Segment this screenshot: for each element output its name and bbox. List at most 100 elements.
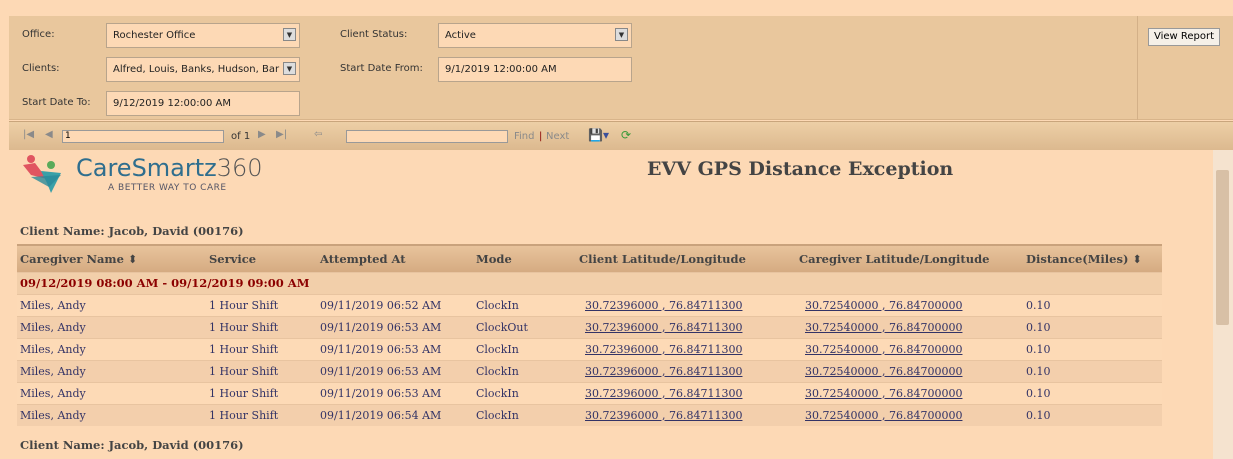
caregiver-lat-long-link[interactable]: 30.72540000 , 76.84700000: [805, 321, 962, 334]
page-count: of 1: [231, 131, 251, 142]
cell-caregiver-lat-long: 30.72540000 , 76.84700000: [796, 315, 1023, 338]
cell-caregiver-lat-long: 30.72540000 , 76.84700000: [796, 293, 1023, 316]
cell-mode: ClockIn: [473, 337, 576, 360]
page-number-input[interactable]: 1: [62, 130, 224, 143]
sort-icon[interactable]: ⬍: [1132, 252, 1142, 266]
cell-caregiver-lat-long: 30.72540000 , 76.84700000: [796, 337, 1023, 360]
cell-mode: ClockIn: [473, 359, 576, 382]
cell-caregiver-name: Miles, Andy: [17, 293, 206, 316]
cell-caregiver-name: Miles, Andy: [17, 381, 206, 404]
column-service: Service: [206, 244, 317, 272]
cell-mode: ClockIn: [473, 381, 576, 404]
column-client-lat-long: Client Latitude/Longitude: [576, 244, 796, 272]
cell-distance: 0.10: [1023, 403, 1162, 426]
start-date-from-input[interactable]: 9/1/2019 12:00:00 AM: [438, 57, 632, 82]
cell-attempted-at: 09/11/2019 06:54 AM: [317, 403, 473, 426]
caregiver-lat-long-link[interactable]: 30.72540000 , 76.84700000: [805, 343, 962, 356]
client-lat-long-link[interactable]: 30.72396000 , 76.84711300: [585, 409, 742, 422]
cell-attempted-at: 09/11/2019 06:53 AM: [317, 337, 473, 360]
column-mode: Mode: [473, 244, 576, 272]
client-status-select[interactable]: Active ▼: [438, 23, 632, 48]
cell-caregiver-lat-long: 30.72540000 , 76.84700000: [796, 403, 1023, 426]
table-row: Miles, Andy 1 Hour Shift 09/11/2019 06:53 …: [17, 381, 1162, 404]
back-icon[interactable]: ⇦: [314, 129, 322, 140]
cell-service: 1 Hour Shift: [206, 403, 317, 426]
column-caregiver-name[interactable]: Caregiver Name ⬍: [17, 244, 206, 272]
caregiver-lat-long-link[interactable]: 30.72540000 , 76.84700000: [805, 299, 962, 312]
cell-service: 1 Hour Shift: [206, 337, 317, 360]
cell-distance: 0.10: [1023, 381, 1162, 404]
client-lat-long-link[interactable]: 30.72396000 , 76.84711300: [585, 321, 742, 334]
table-row: Miles, Andy 1 Hour Shift 09/11/2019 06:54 …: [17, 403, 1162, 426]
column-label: Caregiver Name: [20, 251, 124, 266]
report-toolbar: |◀ ◀ 1 of 1 ▶ ▶| ⇦ Find | Next 💾▾ ⟳: [9, 121, 1233, 150]
logo-figures-icon: [23, 155, 61, 193]
office-select[interactable]: Rochester Office ▼: [106, 23, 300, 48]
cell-distance: 0.10: [1023, 315, 1162, 338]
cell-distance: 0.10: [1023, 337, 1162, 360]
cell-service: 1 Hour Shift: [206, 381, 317, 404]
next-link[interactable]: Next: [546, 131, 569, 142]
cell-client-lat-long: 30.72396000 , 76.84711300: [576, 293, 796, 316]
table-row: Miles, Andy 1 Hour Shift 09/11/2019 06:52 …: [17, 293, 1162, 316]
cell-caregiver-name: Miles, Andy: [17, 337, 206, 360]
scrollbar-thumb[interactable]: [1216, 170, 1229, 325]
client-lat-long-link[interactable]: 30.72396000 , 76.84711300: [585, 299, 742, 312]
vertical-scrollbar[interactable]: [1213, 150, 1233, 459]
exception-table: Caregiver Name ⬍ Service Attempted At Mo…: [17, 244, 1162, 426]
separator: |: [539, 131, 543, 142]
cell-attempted-at: 09/11/2019 06:53 AM: [317, 315, 473, 338]
chevron-down-icon[interactable]: ▼: [615, 28, 628, 41]
cell-caregiver-name: Miles, Andy: [17, 315, 206, 338]
table-row: Miles, Andy 1 Hour Shift 09/11/2019 06:53 …: [17, 315, 1162, 338]
logo-text: CareSmartz: [76, 154, 217, 182]
export-save-icon[interactable]: 💾▾: [588, 128, 609, 142]
find-link[interactable]: Find: [514, 131, 535, 142]
start-date-from-label: Start Date From:: [340, 63, 423, 74]
last-page-icon[interactable]: ▶|: [276, 129, 287, 140]
caresmartz-logo: CareSmartz360 A BETTER WAY TO CARE: [21, 153, 263, 201]
table-row: Miles, Andy 1 Hour Shift 09/11/2019 06:53 …: [17, 337, 1162, 360]
chevron-down-icon[interactable]: ▼: [283, 62, 296, 75]
previous-page-icon[interactable]: ◀: [45, 129, 53, 140]
cell-client-lat-long: 30.72396000 , 76.84711300: [576, 337, 796, 360]
cell-caregiver-lat-long: 30.72540000 , 76.84700000: [796, 359, 1023, 382]
caregiver-lat-long-link[interactable]: 30.72540000 , 76.84700000: [805, 387, 962, 400]
cell-caregiver-name: Miles, Andy: [17, 403, 206, 426]
clients-value: Alfred, Louis, Banks, Hudson, Bar: [113, 64, 280, 75]
caregiver-lat-long-link[interactable]: 30.72540000 , 76.84700000: [805, 409, 962, 422]
caregiver-lat-long-link[interactable]: 30.72540000 , 76.84700000: [805, 365, 962, 378]
find-input[interactable]: [346, 130, 508, 143]
first-page-icon[interactable]: |◀: [23, 129, 34, 140]
chevron-down-icon[interactable]: ▼: [283, 28, 296, 41]
logo-tagline: A BETTER WAY TO CARE: [108, 183, 227, 193]
start-date-to-input[interactable]: 9/12/2019 12:00:00 AM: [106, 91, 300, 116]
cell-client-lat-long: 30.72396000 , 76.84711300: [576, 359, 796, 382]
column-attempted-at: Attempted At: [317, 244, 473, 272]
cell-attempted-at: 09/11/2019 06:53 AM: [317, 381, 473, 404]
view-report-button[interactable]: View Report: [1148, 28, 1220, 46]
logo-number: 360: [216, 154, 263, 182]
table-row: Miles, Andy 1 Hour Shift 09/11/2019 06:53 …: [17, 359, 1162, 382]
report-parameters: Office: Rochester Office ▼ Client Status:…: [9, 16, 1233, 120]
sort-icon[interactable]: ⬍: [128, 252, 138, 266]
cell-caregiver-lat-long: 30.72540000 , 76.84700000: [796, 381, 1023, 404]
client-name-heading: Client Name: Jacob, David (00176): [20, 224, 244, 238]
client-lat-long-link[interactable]: 30.72396000 , 76.84711300: [585, 365, 742, 378]
refresh-icon[interactable]: ⟳: [621, 128, 631, 142]
cell-caregiver-name: Miles, Andy: [17, 359, 206, 382]
column-distance[interactable]: Distance(Miles) ⬍: [1023, 244, 1162, 272]
next-page-icon[interactable]: ▶: [258, 129, 266, 140]
office-label: Office:: [22, 29, 55, 40]
group-row: 09/12/2019 08:00 AM - 09/12/2019 09:00 A…: [17, 271, 1162, 294]
cell-client-lat-long: 30.72396000 , 76.84711300: [576, 381, 796, 404]
cell-attempted-at: 09/11/2019 06:53 AM: [317, 359, 473, 382]
client-lat-long-link[interactable]: 30.72396000 , 76.84711300: [585, 343, 742, 356]
client-status-value: Active: [445, 30, 476, 41]
report-title: EVV GPS Distance Exception: [647, 158, 954, 180]
cell-mode: ClockOut: [473, 315, 576, 338]
clients-select[interactable]: Alfred, Louis, Banks, Hudson, Bar ▼: [106, 57, 300, 82]
client-lat-long-link[interactable]: 30.72396000 , 76.84711300: [585, 387, 742, 400]
client-status-label: Client Status:: [340, 29, 408, 40]
column-label: Distance(Miles): [1026, 251, 1129, 266]
